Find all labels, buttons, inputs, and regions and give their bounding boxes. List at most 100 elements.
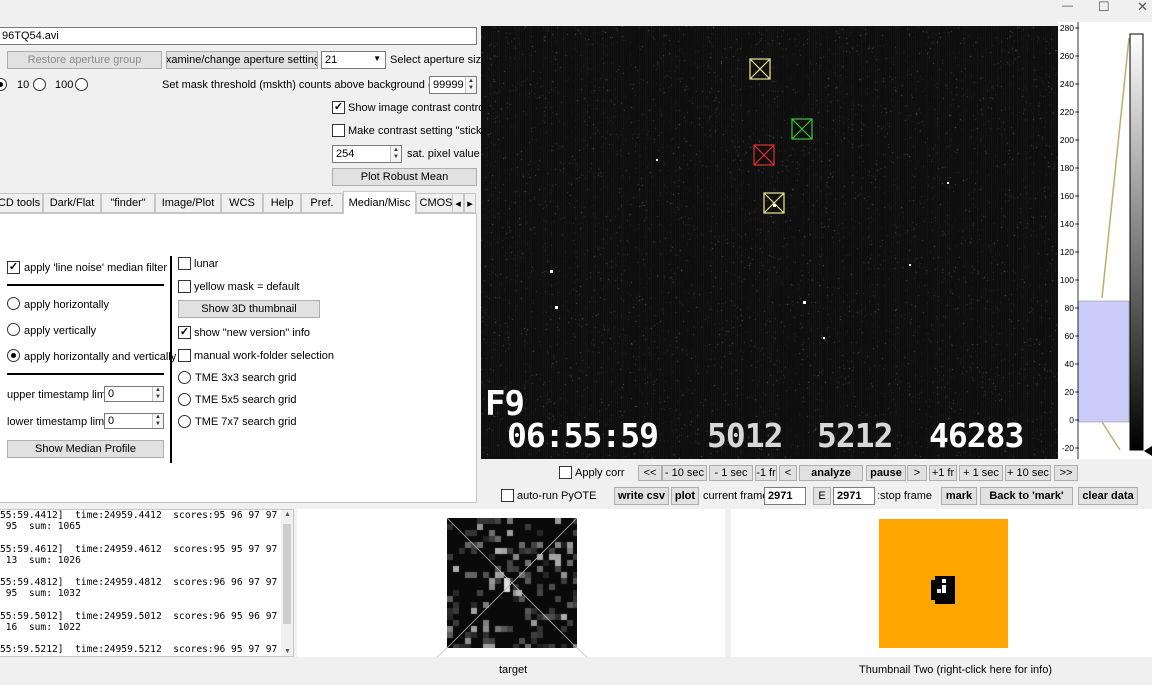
contrast-histogram[interactable]: 280 260 240 220 200 180 160 140 120 100 80 60 40 20 0-…	[1058, 22, 1152, 459]
lower-ts-input[interactable]: 0 ▲ ▼	[104, 413, 164, 429]
plot-robust-mean-button[interactable]: Plot Robust Mean	[332, 168, 477, 186]
show-contrast-label: Show image contrast control	[348, 102, 487, 114]
line-noise-filter-label: apply 'line noise' median filter	[24, 262, 167, 274]
colorbar-tick-label: 140	[1060, 219, 1074, 229]
tab-scroll-left-icon[interactable]: ◂	[452, 193, 464, 213]
tme5-radio[interactable]	[178, 393, 191, 406]
stop-frame-label: :stop frame	[877, 490, 933, 502]
scroll-up-icon[interactable]: ▲	[284, 511, 291, 518]
log-panel[interactable]: 55:59.4412] time:24959.4412 scores:95 96…	[0, 509, 294, 657]
colorbar-tick-label: 260	[1060, 51, 1074, 61]
contrast-handle-icon[interactable]	[1144, 446, 1152, 456]
osd-num3: 46283	[929, 416, 1024, 455]
log-scrollbar[interactable]: ▲ ▼	[281, 510, 293, 656]
show-3d-thumbnail-button[interactable]: Show 3D thumbnail	[178, 300, 320, 318]
mark-button[interactable]: mark	[941, 487, 977, 505]
tme7-radio[interactable]	[178, 415, 191, 428]
thumbnail-two-image	[879, 519, 1008, 648]
lower-ts-value: 0	[108, 415, 115, 427]
sticky-contrast-label: Make contrast setting "sticky"	[348, 125, 491, 137]
tab-scroll-right-icon[interactable]: ▸	[464, 193, 476, 213]
sat-pixel-input[interactable]: 254 ▲ ▼	[332, 145, 402, 163]
show-contrast-checkbox[interactable]: ✓	[332, 101, 345, 114]
current-frame-input[interactable]: 2971	[764, 487, 806, 505]
mask-threshold-spinner[interactable]: ▲ ▼	[465, 77, 476, 93]
lower-ts-spinner[interactable]: ▲ ▼	[152, 414, 163, 428]
mask-threshold-input[interactable]: 99999 ▲ ▼	[429, 76, 477, 94]
aperture-size-select[interactable]: 21 ▼	[321, 51, 386, 69]
tab-help[interactable]: Help	[263, 193, 301, 213]
tab-median-misc[interactable]: Median/Misc	[343, 191, 416, 214]
nav-next-button[interactable]: >	[907, 465, 927, 481]
log-line: 95 sum: 1032	[0, 588, 81, 600]
radio-1[interactable]	[0, 78, 7, 91]
e-button[interactable]: E	[813, 487, 831, 505]
maximize-icon[interactable]: ☐	[1098, 0, 1110, 15]
nav-analyze-button[interactable]: analyze	[799, 465, 863, 481]
nav-first-button[interactable]: <<	[638, 465, 662, 481]
tab-pref[interactable]: Pref.	[301, 193, 343, 213]
aperture-yellow-2[interactable]	[763, 192, 785, 214]
tab-finder[interactable]: "finder"	[101, 193, 155, 213]
nav-back-1-frame-button[interactable]: -1 fr	[755, 465, 777, 481]
clear-data-button[interactable]: clear data	[1078, 487, 1138, 505]
filename-field[interactable]: 96TQ54.avi	[0, 27, 477, 45]
close-icon[interactable]: ✕	[1137, 0, 1148, 15]
tab-wcs[interactable]: WCS	[221, 193, 263, 213]
back-to-mark-button[interactable]: Back to 'mark'	[980, 487, 1073, 505]
apply-corr-checkbox[interactable]	[559, 466, 572, 479]
log-line: 16 sum: 1022	[0, 621, 81, 633]
aperture-green[interactable]	[791, 118, 813, 140]
nav-forward-1-frame-button[interactable]: +1 fr	[929, 465, 957, 481]
aperture-yellow-1[interactable]	[749, 58, 771, 80]
tab-dark-flat[interactable]: Dark/Flat	[43, 193, 101, 213]
minimize-icon[interactable]: —	[1062, 0, 1073, 12]
colorbar-tick-label: 20	[1065, 387, 1075, 397]
target-thumb-panel[interactable]	[297, 509, 725, 657]
tab-image-plot[interactable]: Image/Plot	[155, 193, 221, 213]
nav-prev-button[interactable]: <	[779, 465, 797, 481]
radio-10[interactable]	[33, 78, 46, 91]
write-csv-button[interactable]: write csv	[614, 487, 669, 505]
scroll-down-icon[interactable]: ▼	[284, 648, 291, 655]
upper-ts-input[interactable]: 0 ▲ ▼	[104, 386, 164, 402]
upper-ts-value: 0	[108, 388, 115, 400]
radio-100[interactable]	[75, 78, 88, 91]
colorbar-tick-label: 240	[1060, 79, 1074, 89]
scroll-thumb[interactable]	[283, 524, 291, 624]
show-median-profile-button[interactable]: Show Median Profile	[7, 440, 164, 458]
stop-frame-input[interactable]: 2971	[833, 487, 875, 505]
plot-button[interactable]: plot	[671, 487, 699, 505]
video-frame[interactable]: F9 06:55:59 5012 5212 46283	[481, 26, 1058, 459]
yellow-mask-checkbox[interactable]	[178, 280, 191, 293]
manual-work-folder-checkbox[interactable]	[178, 349, 191, 362]
line-noise-filter-checkbox[interactable]: ✓	[7, 261, 20, 274]
new-version-checkbox[interactable]: ✓	[178, 326, 191, 339]
nav-last-button[interactable]: >>	[1054, 465, 1078, 481]
sat-pixel-spinner[interactable]: ▲ ▼	[390, 146, 401, 162]
examine-aperture-settings-button[interactable]: Examine/change aperture settings	[166, 51, 318, 69]
thumbnail-two-panel[interactable]	[731, 509, 1152, 657]
nav-back-10-sec-button[interactable]: - 10 sec	[662, 465, 707, 481]
nav-forward-10-sec-button[interactable]: + 10 sec	[1005, 465, 1051, 481]
thumbnail-two-label: Thumbnail Two (right-click here for info…	[859, 664, 1052, 676]
apply-horizontally-radio[interactable]	[7, 297, 20, 310]
tab-cd-tools[interactable]: CD tools	[0, 193, 43, 213]
aperture-red[interactable]	[753, 144, 775, 166]
lunar-label: lunar	[194, 258, 219, 270]
nav-back-1-sec-button[interactable]: - 1 sec	[709, 465, 753, 481]
lunar-checkbox[interactable]	[178, 257, 191, 270]
upper-ts-spinner[interactable]: ▲ ▼	[152, 387, 163, 401]
tme3-radio[interactable]	[178, 371, 191, 384]
tab-cmos[interactable]: CMOS	[416, 193, 456, 213]
nav-pause-button[interactable]: pause	[866, 465, 906, 481]
sticky-contrast-checkbox[interactable]	[332, 124, 345, 137]
auto-run-pyote-checkbox[interactable]	[501, 489, 514, 502]
aperture-overlay	[550, 58, 949, 339]
apply-vertically-radio[interactable]	[7, 323, 20, 336]
nav-forward-1-sec-button[interactable]: + 1 sec	[959, 465, 1003, 481]
apply-both-radio[interactable]	[7, 349, 20, 362]
new-version-label: show "new version" info	[194, 327, 311, 339]
restore-aperture-group-button[interactable]: Restore aperture group	[7, 51, 162, 69]
